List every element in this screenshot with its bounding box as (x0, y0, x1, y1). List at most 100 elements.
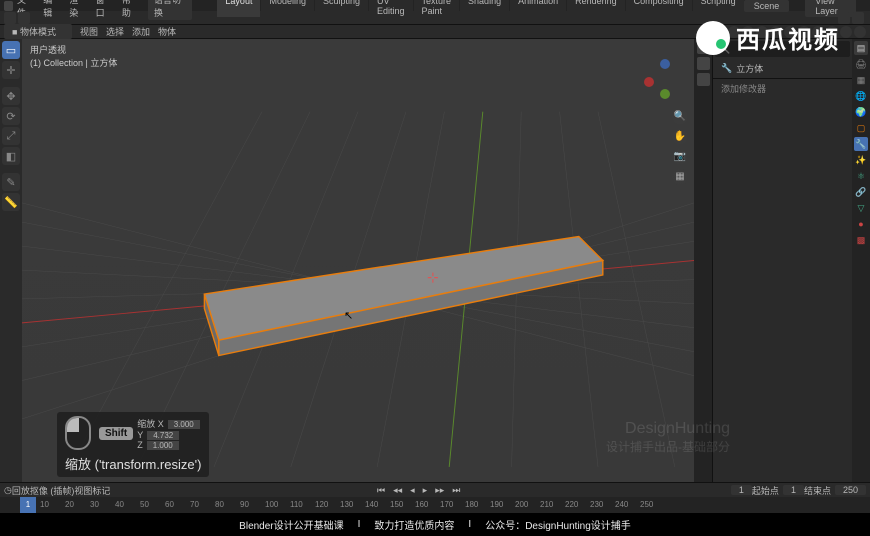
playhead[interactable]: 1 (20, 497, 36, 513)
gizmo-x-icon[interactable] (644, 77, 654, 87)
tab-scripting[interactable]: Scripting (693, 0, 744, 17)
tab-uv-editing[interactable]: UV Editing (369, 0, 413, 17)
material-props-icon[interactable]: ● (854, 217, 868, 231)
play-rev-icon[interactable]: ◂ (407, 485, 418, 496)
current-frame[interactable]: 1 (731, 485, 752, 495)
tab-layout[interactable]: Layout (217, 0, 260, 17)
tick-70: 70 (190, 500, 199, 509)
camera-icon[interactable]: 📷 (672, 149, 688, 165)
tab-sculpting[interactable]: Sculpting (315, 0, 368, 17)
tick-30: 30 (90, 500, 99, 509)
zoom-icon[interactable]: 🔍 (672, 109, 688, 125)
shading-wire-icon[interactable] (812, 26, 824, 38)
play-icon[interactable] (18, 12, 30, 24)
jump-start-icon[interactable]: ⏮ (374, 485, 388, 496)
tab-compositing[interactable]: Compositing (626, 0, 692, 17)
start-frame[interactable]: 1 (783, 485, 804, 495)
tick-190: 190 (490, 500, 503, 509)
render-props-icon[interactable]: ▤ (854, 41, 868, 55)
filter-icon[interactable] (838, 12, 850, 24)
tool-scale[interactable]: ⤢ (2, 127, 20, 145)
properties-panel: 🔍 🔧 立方体 添加修改器 (712, 39, 852, 482)
tool-tab-icon[interactable] (697, 57, 710, 70)
view-tab-icon[interactable] (697, 73, 710, 86)
tool-annotate[interactable]: ✎ (2, 173, 20, 191)
cursor-3d-icon: ⊹ (427, 269, 439, 286)
menu-window[interactable]: 窗口 (96, 0, 112, 19)
menu-edit[interactable]: 编辑 (43, 0, 59, 19)
tab-rendering[interactable]: Rendering (567, 0, 625, 17)
select-mode-icon[interactable] (728, 26, 740, 38)
scene-selector[interactable]: Scene (744, 0, 790, 12)
nav-gizmo[interactable] (644, 59, 684, 99)
modifier-props-icon[interactable]: 🔧 (854, 137, 868, 151)
add-modifier-button[interactable]: 添加修改器 (713, 79, 852, 98)
world-props-icon[interactable]: 🌍 (854, 105, 868, 119)
object-props-icon[interactable]: ▢ (854, 121, 868, 135)
tick-160: 160 (415, 500, 428, 509)
view-layer-props-icon[interactable]: ▦ (854, 73, 868, 87)
output-props-icon[interactable]: 🖨 (854, 57, 868, 71)
scene-props-icon[interactable]: 🌐 (854, 89, 868, 103)
workspace-tabs: Layout Modeling Sculpting UV Editing Tex… (217, 0, 743, 17)
pan-icon[interactable]: ✋ (672, 129, 688, 145)
physics-props-icon[interactable]: ⚛ (854, 169, 868, 183)
proportional-icon[interactable] (770, 26, 782, 38)
prev-key-icon[interactable]: ◂◂ (390, 485, 405, 496)
timeline-keying[interactable]: 抠像 (插帧) (30, 484, 75, 497)
gizmo-y-icon[interactable] (660, 89, 670, 99)
snap-icon[interactable] (742, 26, 754, 38)
shading-render-icon[interactable] (854, 26, 866, 38)
data-props-icon[interactable]: ▽ (854, 201, 868, 215)
funnel-icon[interactable] (852, 12, 864, 24)
tool-measure[interactable]: 📏 (2, 193, 20, 211)
tool-cursor[interactable]: ✛ (2, 61, 20, 79)
tool-transform[interactable]: ◧ (2, 147, 20, 165)
jump-end-icon[interactable]: ⏭ (449, 485, 463, 496)
n-panel-tabs (694, 39, 712, 482)
viewport-3d[interactable]: 用户透视 (1) Collection | 立方体 (22, 39, 694, 482)
texture-props-icon[interactable]: ▩ (854, 233, 868, 247)
editor-dopesheet-icon[interactable]: ◷ (4, 485, 12, 496)
tool-select-box[interactable]: ▭ (2, 41, 20, 59)
properties-search[interactable]: 🔍 (715, 41, 850, 57)
gizmo-z-icon[interactable] (660, 59, 670, 69)
mode-selector[interactable]: ■ 物体模式 (4, 24, 72, 39)
menu-render[interactable]: 渲染 (69, 0, 85, 19)
particle-props-icon[interactable]: ✨ (854, 153, 868, 167)
ortho-icon[interactable]: ▦ (672, 169, 688, 185)
overlay-icon[interactable] (784, 26, 796, 38)
pivot-icon[interactable] (756, 26, 768, 38)
tab-shading[interactable]: Shading (460, 0, 509, 17)
tool-move[interactable]: ✥ (2, 87, 20, 105)
editor-type-icon[interactable] (4, 12, 16, 24)
tick-130: 130 (340, 500, 353, 509)
tick-180: 180 (465, 500, 478, 509)
lang-switch-button[interactable]: 语言切换 (148, 0, 192, 20)
play-icon[interactable]: ▸ (420, 485, 431, 496)
menu-view[interactable]: 视图 (80, 25, 98, 38)
menu-object[interactable]: 物体 (158, 25, 176, 38)
constraint-props-icon[interactable]: 🔗 (854, 185, 868, 199)
tick-170: 170 (440, 500, 453, 509)
xray-icon[interactable] (798, 26, 810, 38)
next-key-icon[interactable]: ▸▸ (432, 485, 447, 496)
shading-matcap-icon[interactable] (840, 26, 852, 38)
timeline-playback[interactable]: 回放 (12, 484, 30, 497)
shading-solid-icon[interactable] (826, 26, 838, 38)
timeline-ruler[interactable]: 1 10203040506070809010011012013014015016… (0, 497, 870, 513)
tool-rotate[interactable]: ⟳ (2, 107, 20, 125)
menu-select[interactable]: 选择 (106, 25, 124, 38)
timeline-view[interactable]: 视图 (74, 484, 92, 497)
end-frame[interactable]: 250 (835, 485, 866, 495)
properties-tabs: ▤ 🖨 ▦ 🌐 🌍 ▢ 🔧 ✨ ⚛ 🔗 ▽ ● ▩ (852, 39, 870, 482)
item-tab-icon[interactable] (697, 41, 710, 54)
menu-help[interactable]: 帮助 (122, 0, 138, 19)
timeline-marker[interactable]: 标记 (92, 484, 110, 497)
tab-animation[interactable]: Animation (510, 0, 566, 17)
tick-150: 150 (390, 500, 403, 509)
menu-add[interactable]: 添加 (132, 25, 150, 38)
tab-texture-paint[interactable]: Texture Paint (414, 0, 460, 17)
mouse-left-icon (65, 416, 91, 450)
tab-modeling[interactable]: Modeling (261, 0, 314, 17)
